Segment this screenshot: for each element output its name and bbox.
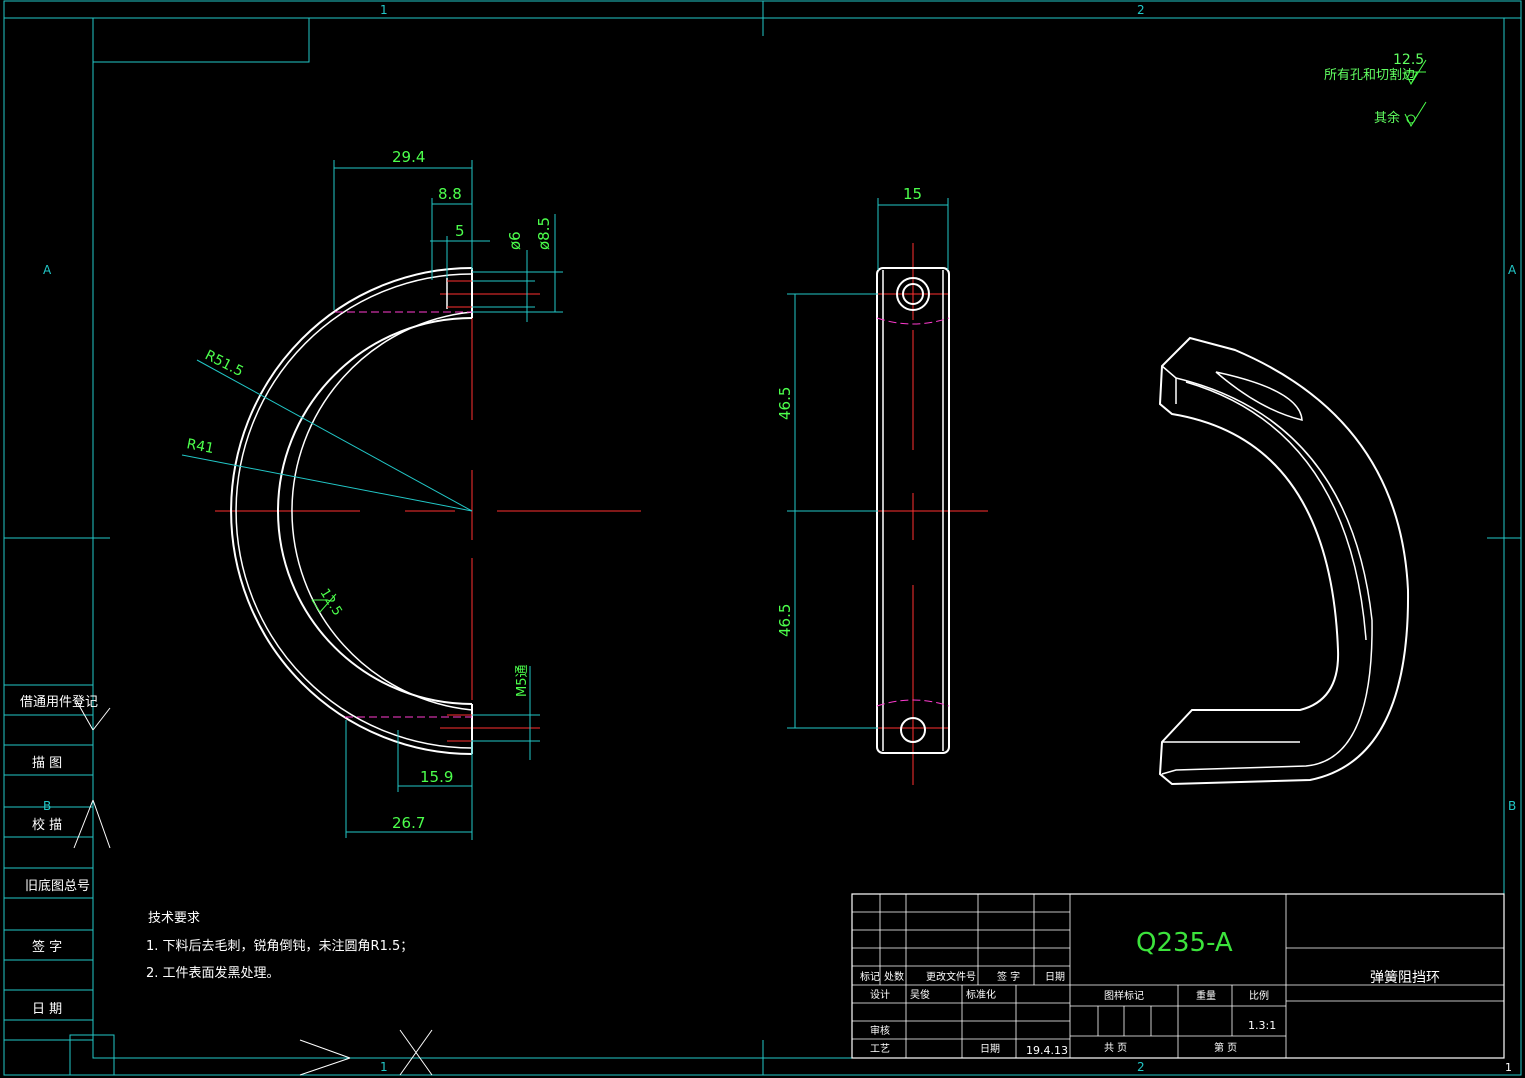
zone-row-a-right: A (1508, 263, 1517, 277)
strip-item-6: 日 期 (32, 1002, 62, 1017)
dim-15-9: 15.9 (420, 768, 453, 786)
rev-h-count: 处数 (884, 970, 904, 983)
zone-row-b-left: B (43, 799, 51, 813)
roughness-symbols: 所有孔和切割边 12.5 其余 (1324, 52, 1427, 128)
process-label: 工艺 (870, 1043, 890, 1055)
dim-dia-6: ø6 (506, 231, 524, 250)
date-label: 日期 (980, 1043, 1000, 1055)
left-strip: 借通用件登记 描 图 校 描 旧底图总号 签 字 日 期 (4, 684, 433, 1076)
tech-line-1: 1. 下料后去毛刺，锐角倒钝，未注圆角R1.5； (146, 939, 413, 954)
designer-name: 吴俊 (910, 988, 930, 1001)
weight-label: 重量 (1196, 989, 1216, 1002)
drawing-sheet: 1 2 1 2 A A B B 1 所有孔和切割边 12.5 其余 29.4 8… (3, 0, 1522, 1076)
dim-46-5-upper: 46.5 (776, 387, 794, 420)
zone-col-1-top: 1 (380, 3, 388, 17)
sheets-label: 共 页 (1104, 1042, 1127, 1054)
inner-border (92, 17, 1505, 1059)
zone-col-1-bottom: 1 (380, 1060, 388, 1074)
dim-15: 15 (903, 185, 922, 203)
strip-item-1: 借通用件登记 (20, 695, 98, 710)
strip-item-5: 签 字 (32, 939, 62, 955)
part-name: 弹簧阻挡环 (1370, 970, 1440, 986)
review-label: 审核 (870, 1024, 890, 1037)
strip-item-3: 校 描 (32, 817, 62, 833)
corner-mark: 1 (1505, 1061, 1512, 1074)
rev-h-doc: 更改文件号 (926, 970, 976, 983)
std-label: 标准化 (966, 988, 996, 1001)
sheet-label: 第 页 (1214, 1041, 1237, 1054)
technical-requirements: 技术要求 1. 下料后去毛刺，锐角倒钝，未注圆角R1.5； 2. 工件表面发黑处… (146, 911, 413, 981)
isometric-view (1158, 336, 1410, 786)
zone-row-a-left: A (43, 263, 52, 277)
dim-26-7: 26.7 (392, 814, 425, 832)
rev-h-date: 日期 (1045, 971, 1065, 983)
date-value: 19.4.13 (1026, 1044, 1068, 1057)
scale-value: 1.3:1 (1248, 1019, 1276, 1032)
material: Q235-A (1136, 928, 1233, 958)
stage-label: 图样标记 (1104, 989, 1144, 1002)
strip-item-2: 描 图 (32, 756, 62, 771)
dim-dia-8-5: ø8.5 (535, 217, 553, 250)
roughness-note-label: 所有孔和切割边 (1324, 67, 1415, 83)
roughness-other-label: 其余 (1374, 110, 1400, 126)
dim-r-41: R41 (185, 436, 215, 457)
zone-col-2-top: 2 (1137, 3, 1145, 17)
tech-title: 技术要求 (148, 911, 200, 926)
rev-h-mark: 标记 (860, 971, 880, 983)
title-block: 标记 处数 更改文件号 签 字 日期 设计 吴俊 标准化 审核 工艺 日期 19… (851, 893, 1505, 1059)
rev-h-sign: 签 字 (997, 970, 1020, 983)
dim-29-4: 29.4 (392, 148, 425, 166)
dim-8-8: 8.8 (438, 185, 462, 203)
thread-note: M5通 (515, 665, 530, 698)
front-view: 29.4 8.8 5 ø6 ø8.5 R51.5 R41 12.5 M5通 15 (181, 148, 641, 840)
roughness-note-value: 12.5 (1393, 52, 1424, 68)
tech-line-2: 2. 工件表面发黑处理。 (146, 965, 280, 981)
iso-outline (1158, 336, 1410, 786)
zone-row-b-right: B (1508, 799, 1516, 813)
code-box (92, 17, 310, 63)
scale-label: 比例 (1249, 989, 1269, 1002)
dim-5: 5 (455, 222, 465, 240)
side-view: 15 46.5 46.5 (776, 185, 988, 785)
zone-col-2-bottom: 2 (1137, 1060, 1145, 1074)
design-label: 设计 (870, 988, 890, 1001)
dim-46-5-lower: 46.5 (776, 604, 794, 637)
strip-item-4: 旧底图总号 (25, 878, 90, 894)
